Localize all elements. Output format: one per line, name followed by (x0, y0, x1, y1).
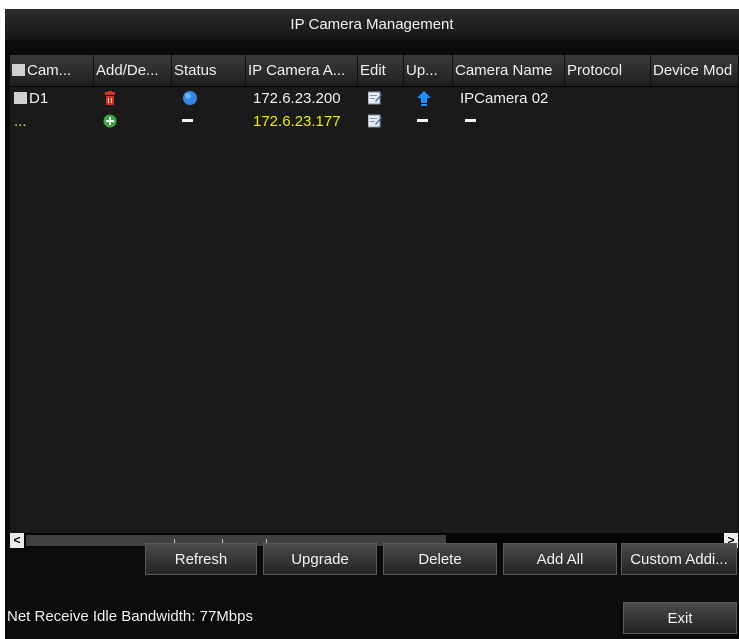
upgrade-arrow-icon (417, 90, 431, 107)
protocol-cell (570, 111, 650, 132)
camera-name-cell: IPCamera 02 (460, 90, 549, 107)
edit-camera-button[interactable] (368, 88, 388, 109)
edit-icon (368, 113, 382, 130)
row-checkbox[interactable] (14, 92, 27, 104)
status-cell (182, 88, 202, 109)
camera-name-empty-dash (465, 119, 476, 122)
status-online-icon (182, 90, 198, 107)
column-upgrade[interactable]: Up... (404, 55, 453, 86)
column-device-model[interactable]: Device Mod (651, 55, 738, 86)
protocol-cell (570, 88, 650, 109)
scroll-left-button[interactable]: < (10, 533, 24, 548)
column-camera[interactable]: Cam... (10, 55, 94, 86)
ip-address-cell: 172.6.23.177 (253, 113, 341, 130)
table-header: Cam... Add/De... Status IP Camera A... E… (10, 55, 738, 87)
trash-icon (104, 90, 116, 107)
ip-address-cell: 172.6.23.200 (253, 90, 341, 107)
column-status[interactable]: Status (172, 55, 246, 86)
ip-camera-management-dialog: IP Camera Management Cam... Add/De... St… (5, 9, 739, 639)
table-row[interactable]: D1 172.6.23.200 IPCamera 02 (10, 88, 738, 109)
delete-camera-button[interactable] (104, 88, 124, 109)
upgrade-cell (417, 111, 437, 132)
status-empty-dash (182, 119, 193, 122)
add-icon (103, 113, 117, 130)
device-model-cell (656, 111, 736, 132)
table-row[interactable]: ... 172.6.23.177 (10, 111, 738, 132)
status-cell (182, 111, 202, 132)
camera-cell: D1 (14, 88, 94, 109)
camera-name-cell (465, 111, 565, 132)
custom-adding-button[interactable]: Custom Addi... (621, 543, 737, 575)
column-protocol[interactable]: Protocol (565, 55, 651, 86)
exit-button[interactable]: Exit (623, 602, 737, 634)
add-all-button[interactable]: Add All (503, 543, 617, 575)
upgrade-empty-dash (417, 119, 428, 122)
delete-button[interactable]: Delete (383, 543, 497, 575)
device-model-cell (656, 88, 736, 109)
column-camera-name[interactable]: Camera Name (453, 55, 565, 86)
column-edit[interactable]: Edit (358, 55, 404, 86)
upgrade-button[interactable]: Upgrade (263, 543, 377, 575)
column-ip-address[interactable]: IP Camera A... (246, 55, 358, 86)
edit-camera-button[interactable] (368, 111, 388, 132)
column-add-delete[interactable]: Add/De... (94, 55, 172, 86)
add-camera-button[interactable] (103, 111, 123, 132)
camera-table: Cam... Add/De... Status IP Camera A... E… (10, 55, 738, 533)
camera-cell: ... (14, 113, 27, 130)
refresh-button[interactable]: Refresh (145, 543, 257, 575)
bandwidth-status: Net Receive Idle Bandwidth: 77Mbps (7, 608, 253, 625)
upgrade-camera-button[interactable] (417, 88, 437, 109)
edit-icon (368, 90, 382, 107)
dialog-title: IP Camera Management (5, 9, 739, 40)
select-all-checkbox[interactable] (12, 64, 25, 76)
